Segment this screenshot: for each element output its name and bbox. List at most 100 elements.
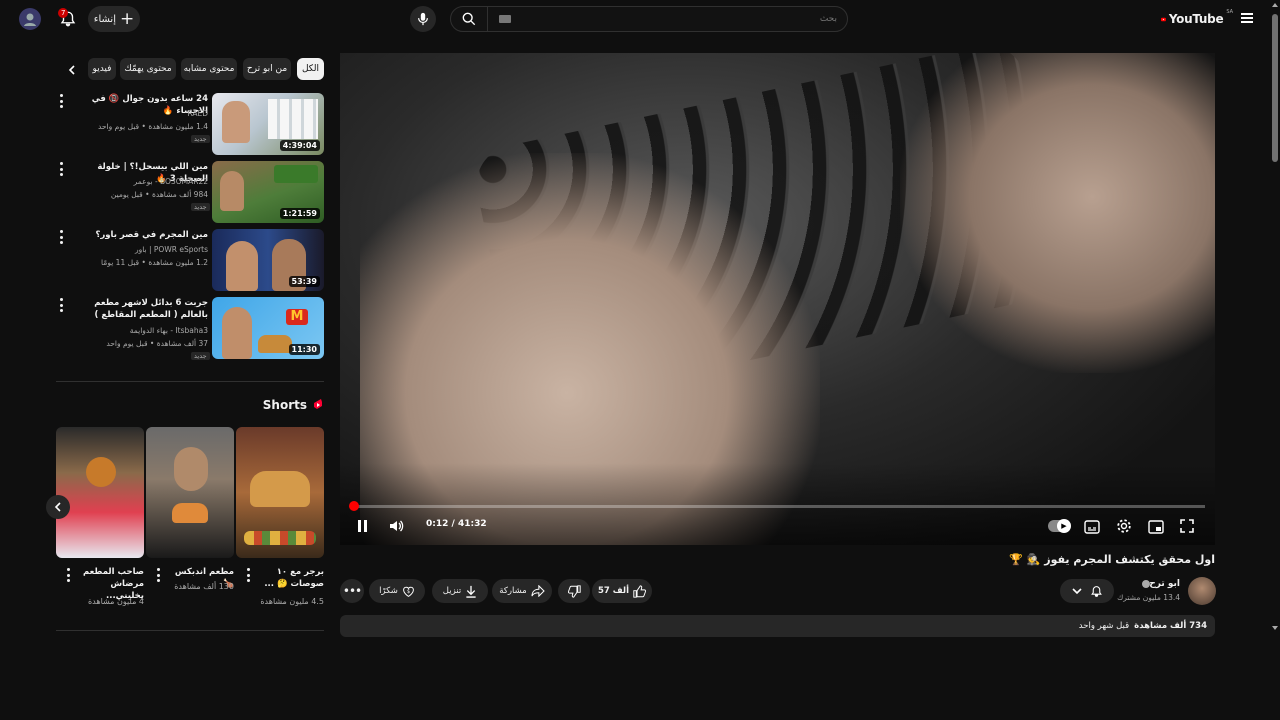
channel-avatar[interactable] (1188, 577, 1216, 605)
like-count: 57 ألف (597, 586, 630, 596)
short-thumbnail[interactable] (56, 427, 144, 558)
related-channel[interactable]: POWR eSports | باور (70, 244, 208, 255)
mic-icon (418, 12, 428, 26)
autoplay-toggle[interactable]: ▶ (1048, 519, 1071, 533)
shorts-icon (314, 399, 322, 409)
miniplayer-icon (1148, 520, 1164, 534)
search-icon (462, 12, 476, 26)
short-title[interactable]: برجر مع ١٠ صوصات 🤔 ... (254, 566, 324, 590)
more-options-button[interactable] (154, 568, 162, 582)
time-display: 0:12 / 41:32 (426, 519, 487, 529)
scrollbar-up-arrow[interactable] (1272, 3, 1278, 7)
more-options-button[interactable] (64, 568, 72, 582)
mcdonalds-logo: M (286, 309, 308, 325)
short-thumbnail[interactable] (236, 427, 324, 558)
progress-bar[interactable] (349, 501, 1205, 511)
thumbs-up-icon (633, 584, 647, 598)
settings-button[interactable] (1116, 518, 1132, 538)
chevron-left-icon (68, 65, 75, 75)
scrollbar-thumb[interactable] (1272, 14, 1278, 162)
volume-button[interactable] (388, 518, 404, 538)
share-icon (531, 585, 545, 597)
chip-video[interactable]: فيديو (88, 58, 116, 80)
volume-icon (390, 520, 404, 532)
subscription-button[interactable] (1060, 579, 1114, 603)
new-badge: جديد (191, 135, 210, 143)
description-box[interactable]: 734 ألف مشاهدة قبل شهر واحد (340, 615, 1215, 637)
related-title[interactable]: جربت 6 بدائل لاشهر مطعم بالعالم ( المطعم… (70, 297, 208, 321)
short-meta: 130 ألف مشاهدة (174, 582, 234, 591)
chip-all[interactable]: الكل (297, 58, 324, 80)
menu-icon (1241, 13, 1253, 15)
chip-from-channel[interactable]: من ابو ترح (243, 58, 291, 80)
related-thumbnail[interactable]: 4:39:04 (212, 93, 324, 155)
related-channel[interactable]: BO3OMAR22 - بوعمر (70, 176, 208, 187)
related-thumbnail[interactable]: M 11:30 (212, 297, 324, 359)
share-label: مشاركة (499, 586, 527, 596)
more-options-button[interactable] (57, 162, 65, 176)
create-label: إنشاء (93, 13, 116, 25)
download-icon (466, 585, 476, 598)
keyboard-icon[interactable] (499, 15, 511, 23)
create-button[interactable]: إنشاء + (88, 6, 140, 32)
divider (56, 381, 324, 382)
shorts-prev-button[interactable] (46, 495, 70, 519)
svg-text:$: $ (407, 589, 410, 595)
search-button[interactable] (457, 8, 481, 30)
menu-button[interactable] (1241, 13, 1253, 23)
youtube-play-icon (1161, 17, 1166, 21)
logo-text: YouTube (1168, 12, 1224, 26)
shorts-title: Shorts (262, 398, 307, 412)
video-title: اول محقق يكتشف المجرم يفوز 🕵️ 🏆 (1009, 553, 1215, 566)
fullscreen-icon (1180, 519, 1194, 533)
plus-icon: + (119, 8, 135, 29)
related-channel[interactable]: Itsbaha3 - بهاء الدوايمة (70, 325, 208, 336)
more-options-button[interactable] (57, 94, 65, 108)
related-title[interactable]: مين المجرم في قصر باور؟ (70, 229, 208, 241)
bell-icon (1090, 585, 1102, 597)
duration-badge: 4:39:04 (279, 140, 320, 151)
chip-recommended[interactable]: محتوى يهمّك (120, 58, 176, 80)
video-player[interactable]: 0:12 / 41:32 ▶ (340, 53, 1215, 545)
top-bar: 7 إنشاء + YouTube SA (0, 0, 1280, 38)
share-button[interactable]: مشاركة (492, 579, 552, 603)
related-meta: 1.4 مليون مشاهدة • قبل يوم واحد (97, 122, 208, 131)
view-count: 734 ألف مشاهدة (1134, 621, 1207, 631)
related-thumbnail[interactable]: 53:39 (212, 229, 324, 291)
download-button[interactable]: تنزيل (432, 579, 488, 603)
subtitles-icon (1084, 520, 1100, 534)
voice-search-button[interactable] (410, 6, 436, 32)
scrollbar-down-arrow[interactable] (1272, 626, 1278, 630)
related-channel[interactable]: RAED (70, 108, 208, 119)
search-separator (487, 7, 488, 31)
chips-prev-button[interactable] (62, 60, 82, 80)
verified-icon (1142, 580, 1150, 588)
page-scrollbar[interactable] (1270, 0, 1280, 720)
youtube-logo[interactable]: YouTube SA (1161, 9, 1233, 28)
search-input[interactable] (517, 9, 839, 29)
region-code: SA (1226, 9, 1233, 15)
chip-similar[interactable]: محتوى مشابه (181, 58, 237, 80)
new-badge: جديد (191, 352, 210, 360)
miniplayer-button[interactable] (1148, 519, 1164, 538)
play-pause-button[interactable] (354, 517, 370, 535)
chevron-left-icon (54, 502, 61, 512)
dislike-button[interactable] (558, 579, 590, 603)
upload-date: قبل شهر واحد (1078, 621, 1130, 631)
thanks-button[interactable]: شكرًا $ (369, 579, 425, 603)
notifications-button[interactable]: 7 (56, 7, 80, 31)
related-thumbnail[interactable]: 1:21:59 (212, 161, 324, 223)
more-actions-button[interactable]: ••• (340, 579, 364, 603)
like-button[interactable]: 57 ألف (592, 579, 652, 603)
more-options-button[interactable] (57, 298, 65, 312)
more-options-button[interactable] (57, 230, 65, 244)
avatar[interactable] (19, 8, 41, 30)
related-meta: 37 ألف مشاهدة • قبل يوم واحد (106, 339, 208, 348)
more-options-button[interactable] (244, 568, 252, 582)
fullscreen-button[interactable] (1180, 518, 1194, 537)
subtitles-button[interactable] (1084, 519, 1100, 538)
short-thumbnail[interactable] (146, 427, 234, 558)
duration-badge: 53:39 (288, 276, 320, 287)
thanks-label: شكرًا (379, 586, 398, 596)
related-meta: 1.2 مليون مشاهدة • قبل 11 يومًا (101, 258, 208, 267)
